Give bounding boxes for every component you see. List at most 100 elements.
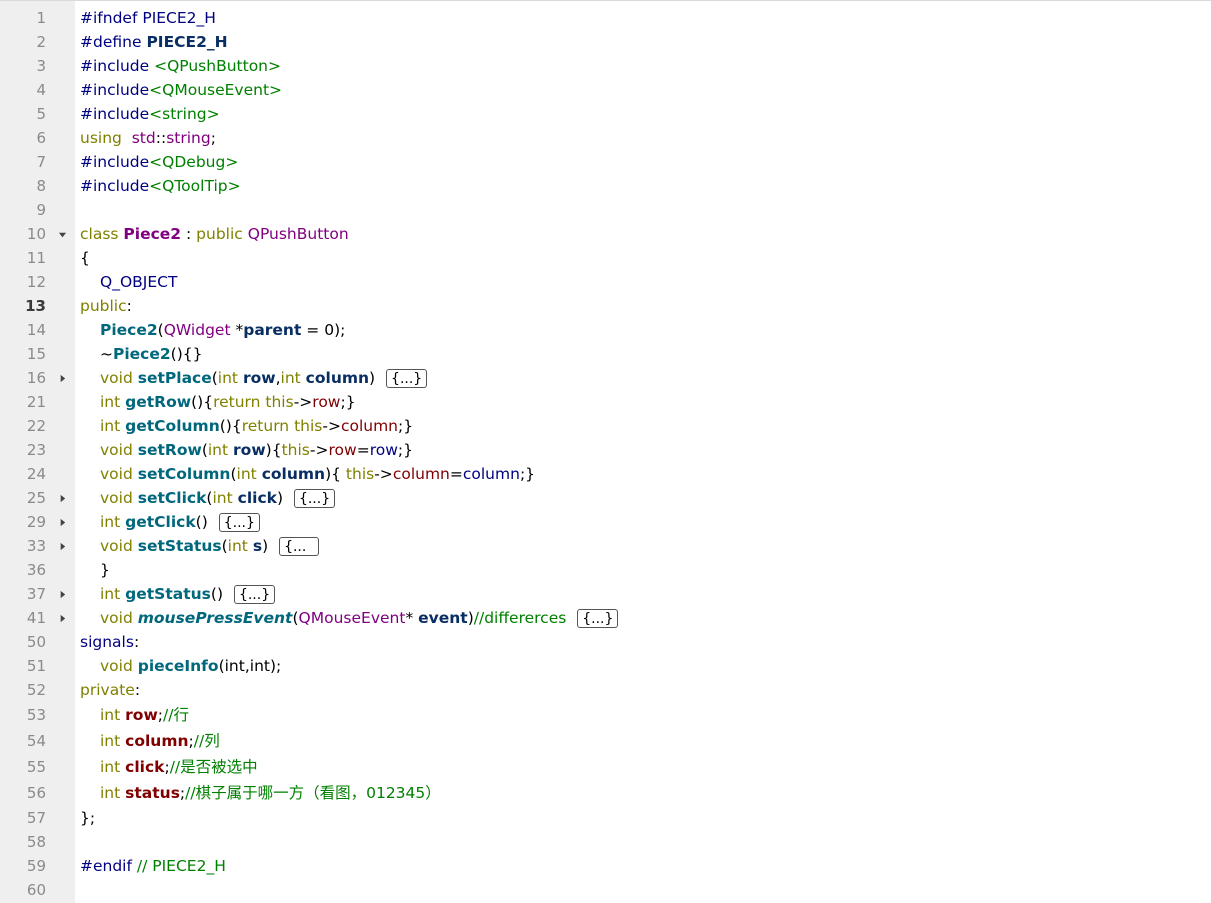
collapsed-block-marker[interactable]: {...}	[233, 585, 276, 604]
code-line-16[interactable]: 16 void setPlace(int row,int column) {..…	[0, 366, 1211, 390]
code-line-33[interactable]: 33 void setStatus(int s) {...	[0, 534, 1211, 558]
line-number: 2	[36, 33, 46, 51]
code-line-51[interactable]: 51 void pieceInfo(int,int);	[0, 654, 1211, 678]
code-line-57[interactable]: 57 };	[0, 806, 1211, 830]
code-line-59[interactable]: 59 #endif // PIECE2_H	[0, 854, 1211, 878]
line-number: 5	[36, 105, 46, 123]
code-line-1[interactable]: 1 #ifndef PIECE2_H	[0, 6, 1211, 30]
line-number: 53	[26, 706, 46, 724]
line-number: 52	[26, 681, 46, 699]
line-number: 22	[26, 417, 46, 435]
code-text: {	[80, 249, 90, 267]
code-line-58[interactable]: 58	[0, 830, 1211, 854]
code-lines[interactable]: 1 #ifndef PIECE2_H 2 #define PIECE2_H 3 …	[0, 6, 1211, 902]
line-number: 24	[26, 465, 46, 483]
code-line-4[interactable]: 4 #include<QMouseEvent>	[0, 78, 1211, 102]
code-line-10[interactable]: 10 class Piece2 : public QPushButton	[0, 222, 1211, 246]
code-text: #define PIECE2_H	[80, 33, 228, 51]
line-number: 8	[36, 177, 46, 195]
code-text: int getColumn(){return this->column;}	[100, 417, 414, 435]
collapsed-block-marker[interactable]: {...	[279, 537, 320, 556]
line-number: 33	[26, 537, 46, 555]
fold-collapsed-icon[interactable]	[57, 541, 67, 551]
fold-collapsed-icon[interactable]	[57, 613, 67, 623]
current-line-number: 13	[25, 297, 46, 315]
code-line-22[interactable]: 22 int getColumn(){return this->column;}	[0, 414, 1211, 438]
collapsed-block-marker[interactable]: {...}	[218, 513, 260, 532]
code-line-15[interactable]: 15 ~Piece2(){}	[0, 342, 1211, 366]
code-line-55[interactable]: 55 int click;//是否被选中	[0, 754, 1211, 780]
code-line-2[interactable]: 2 #define PIECE2_H	[0, 30, 1211, 54]
line-number: 3	[36, 57, 46, 75]
code-line-29[interactable]: 29 int getClick() {...}	[0, 510, 1211, 534]
code-text: void setStatus(int s) {...	[80, 534, 320, 558]
line-number: 50	[26, 633, 46, 651]
code-line-9[interactable]: 9	[0, 198, 1211, 222]
code-line-12[interactable]: 12 Q_OBJECT	[0, 270, 1211, 294]
line-number: 54	[26, 732, 46, 750]
code-line-6[interactable]: 6 using std::string;	[0, 126, 1211, 150]
code-text: #include<QToolTip>	[80, 177, 241, 195]
code-text: private:	[80, 681, 141, 699]
code-text: int row;//行	[100, 706, 189, 724]
code-text: int getRow(){return this->row;}	[100, 393, 356, 411]
line-number: 25	[26, 489, 46, 507]
line-number: 16	[26, 369, 46, 387]
code-line-50[interactable]: 50 signals:	[0, 630, 1211, 654]
code-text: void setColumn(int column){ this->column…	[100, 465, 536, 483]
collapsed-block-marker[interactable]: {...}	[386, 369, 428, 388]
code-text: public:	[80, 297, 132, 315]
code-text: void setPlace(int row,int column) {...}	[80, 366, 428, 390]
line-number: 12	[26, 273, 46, 291]
code-line-13[interactable]: 13 public:	[0, 294, 1211, 318]
code-line-7[interactable]: 7 #include<QDebug>	[0, 150, 1211, 174]
code-text: #include <QPushButton>	[80, 57, 281, 75]
line-number: 36	[26, 561, 46, 579]
code-line-14[interactable]: 14 Piece2(QWidget *parent = 0);	[0, 318, 1211, 342]
line-number: 55	[26, 758, 46, 776]
line-number: 23	[26, 441, 46, 459]
code-line-54[interactable]: 54 int column;//列	[0, 728, 1211, 754]
code-line-36[interactable]: 36 }	[0, 558, 1211, 582]
code-line-60[interactable]: 60	[0, 878, 1211, 902]
code-text: void mousePressEvent(QMouseEvent* event)…	[80, 606, 619, 630]
collapsed-block-marker[interactable]: {...}	[577, 609, 619, 628]
code-text: int status;//棋子属于哪一方（看图，012345）	[100, 784, 441, 802]
code-text: #ifndef PIECE2_H	[80, 9, 216, 27]
code-line-23[interactable]: 23 void setRow(int row){this->row=row;}	[0, 438, 1211, 462]
code-line-53[interactable]: 53 int row;//行	[0, 702, 1211, 728]
code-line-25[interactable]: 25 void setClick(int click) {...}	[0, 486, 1211, 510]
code-line-52[interactable]: 52 private:	[0, 678, 1211, 702]
code-line-41[interactable]: 41 void mousePressEvent(QMouseEvent* eve…	[0, 606, 1211, 630]
line-number: 29	[26, 513, 46, 531]
code-line-11[interactable]: 11 {	[0, 246, 1211, 270]
collapsed-block-marker[interactable]: {...}	[293, 489, 336, 508]
code-line-37[interactable]: 37 int getStatus() {...}	[0, 582, 1211, 606]
code-line-8[interactable]: 8 #include<QToolTip>	[0, 174, 1211, 198]
line-number: 59	[26, 857, 46, 875]
code-line-3[interactable]: 3 #include <QPushButton>	[0, 54, 1211, 78]
code-text: void setRow(int row){this->row=row;}	[100, 441, 413, 459]
code-text: #include<string>	[80, 105, 220, 123]
code-text: #include<QDebug>	[80, 153, 239, 171]
code-line-21[interactable]: 21 int getRow(){return this->row;}	[0, 390, 1211, 414]
line-number: 51	[26, 657, 46, 675]
fold-collapsed-icon[interactable]	[57, 373, 67, 383]
fold-expanded-icon[interactable]	[57, 229, 67, 239]
line-number: 58	[26, 833, 46, 851]
line-number: 14	[26, 321, 46, 339]
code-line-56[interactable]: 56 int status;//棋子属于哪一方（看图，012345）	[0, 780, 1211, 806]
code-text: void setClick(int click) {...}	[80, 486, 336, 510]
line-number: 7	[36, 153, 46, 171]
code-text: #include<QMouseEvent>	[80, 81, 283, 99]
fold-collapsed-icon[interactable]	[57, 493, 67, 503]
fold-collapsed-icon[interactable]	[57, 589, 67, 599]
code-text: Q_OBJECT	[100, 273, 178, 291]
code-text: #endif // PIECE2_H	[80, 857, 226, 875]
fold-collapsed-icon[interactable]	[57, 517, 67, 527]
line-number: 21	[26, 393, 46, 411]
code-line-5[interactable]: 5 #include<string>	[0, 102, 1211, 126]
code-line-24[interactable]: 24 void setColumn(int column){ this->col…	[0, 462, 1211, 486]
code-text: signals:	[80, 633, 140, 651]
code-editor[interactable]: 1 #ifndef PIECE2_H 2 #define PIECE2_H 3 …	[0, 0, 1211, 903]
